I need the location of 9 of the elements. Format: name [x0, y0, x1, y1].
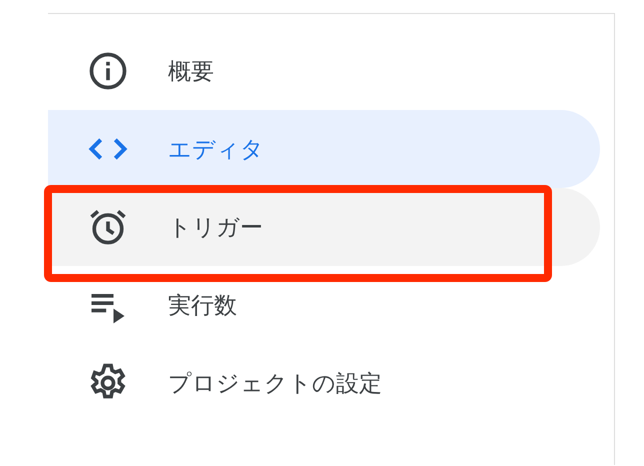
nav-label: エディタ — [168, 136, 264, 164]
nav-item[interactable]: 実行数 — [48, 266, 600, 344]
nav-label: 実行数 — [168, 292, 237, 320]
nav-item[interactable]: プロジェクトの設定 — [48, 344, 600, 422]
nav-label: 概要 — [168, 58, 214, 86]
nav-item[interactable]: 概要 — [48, 32, 600, 110]
nav-item[interactable]: エディタ — [48, 110, 600, 188]
nav-label: プロジェクトの設定 — [168, 370, 382, 398]
nav-label: トリガー — [168, 214, 263, 242]
